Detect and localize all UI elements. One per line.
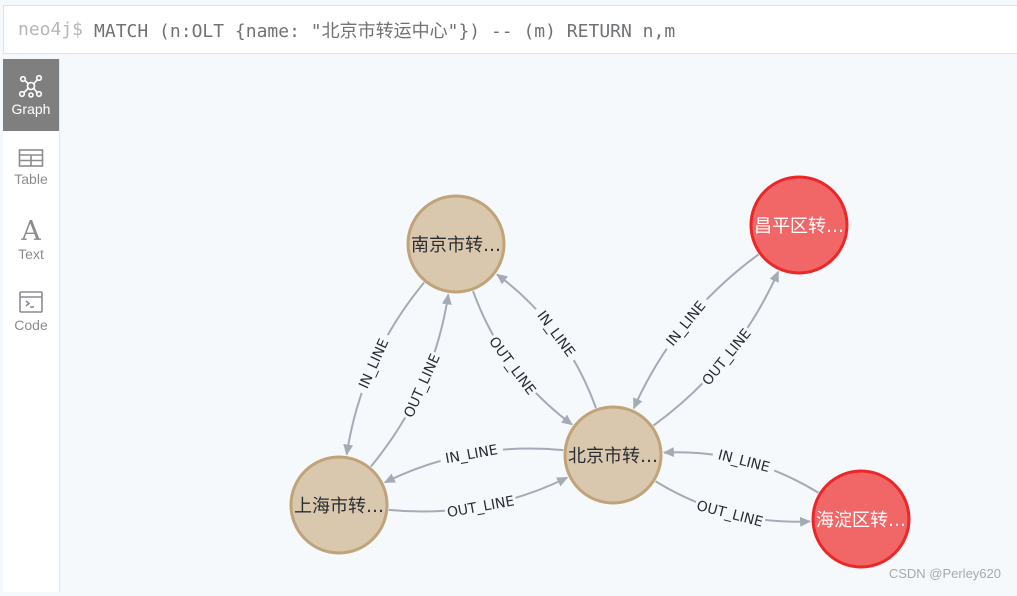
relationship-label: IN_LINE	[356, 336, 392, 391]
relationship-label: IN_LINE	[664, 298, 710, 349]
relationship-line[interactable]	[472, 290, 573, 426]
editor-prompt: neo4j$	[18, 19, 84, 40]
watermark: CSDN @Perley620	[888, 566, 1001, 581]
node-caption: 海淀区转…	[816, 510, 906, 531]
view-tab-label: Table	[14, 170, 48, 187]
node-beijing[interactable]: 北京市转…	[563, 405, 663, 505]
view-tab-table[interactable]: Table	[3, 131, 59, 203]
graph-visualization[interactable]: OUT_LINEIN_LINE OUT_LINEIN_LINEOUT_LINEIN…	[60, 59, 1017, 592]
relationship-line[interactable]	[343, 281, 425, 456]
svg-text:A: A	[20, 217, 41, 243]
relationship-line[interactable]	[496, 273, 597, 409]
relationship-label: IN_LINE	[444, 442, 499, 467]
view-tab-text[interactable]: A Text	[3, 203, 59, 275]
relationship-out-line[interactable]: OUT_LINE	[370, 293, 452, 468]
node-shanghai[interactable]: 上海市转…	[289, 455, 389, 555]
relationship-out-line[interactable]: OUT_LINE	[388, 476, 569, 522]
relationship-label: IN_LINE	[533, 308, 577, 360]
relationship-label: OUT_LINE	[695, 498, 765, 531]
query-text[interactable]: MATCH (n:OLT {name: "北京市转运中心"}) -- (m) R…	[94, 17, 675, 43]
view-tab-label: Graph	[11, 100, 51, 117]
node-caption: 上海市转…	[294, 496, 384, 517]
view-tab-graph[interactable]: Graph	[3, 59, 59, 131]
view-tab-label: Code	[14, 316, 48, 333]
node-haidian[interactable]: 海淀区转…	[811, 469, 911, 569]
relationship-in-line[interactable]: IN_LINE	[343, 281, 425, 456]
relationship-label: OUT_LINE	[485, 334, 538, 398]
relationship-out-line[interactable]: OUT_LINE	[655, 480, 812, 532]
view-tab-code[interactable]: Code	[3, 275, 59, 347]
node-caption: 昌平区转…	[754, 216, 844, 237]
view-tab-label: Text	[18, 245, 44, 262]
relationship-out-line[interactable]: OUT_LINE	[472, 290, 573, 426]
relationship-in-line[interactable]: IN_LINE	[662, 443, 819, 494]
table-icon	[18, 148, 44, 167]
relationship-in-line[interactable]: IN_LINE	[383, 439, 564, 484]
graph-icon	[18, 74, 43, 98]
graph-canvas[interactable]: OUT_LINE IN_LINE OUT_LINE IN_LINE OUT_LINE IN…	[60, 59, 1017, 592]
node-caption: 南京市转…	[411, 235, 501, 256]
text-icon: A	[20, 217, 41, 243]
relationship-label: OUT_LINE	[699, 326, 754, 389]
relationship-line[interactable]	[370, 293, 452, 468]
result-view-sidebar: Graph Table A Text Code	[3, 59, 60, 592]
relationship-in-line[interactable]: IN_LINE	[496, 273, 597, 409]
query-editor[interactable]: neo4j$ MATCH (n:OLT {name: "北京市转运中心"}) -…	[3, 5, 1017, 54]
node-nanjing[interactable]: 南京市转…	[406, 194, 506, 294]
node-caption: 北京市转…	[568, 446, 658, 467]
code-icon	[19, 290, 43, 313]
node-changping[interactable]: 昌平区转…	[749, 175, 849, 275]
